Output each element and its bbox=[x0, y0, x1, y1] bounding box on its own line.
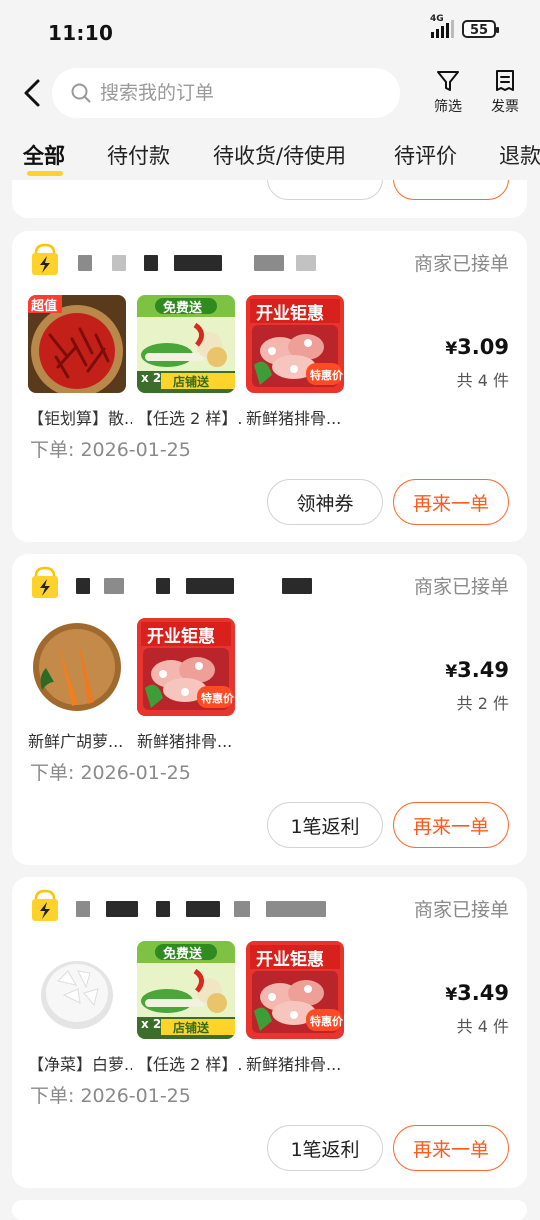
flash-bag-icon bbox=[32, 566, 58, 598]
product-image[interactable]: 开业钜惠 特惠价 bbox=[137, 618, 235, 716]
product-image[interactable]: 开业钜惠 特惠价 bbox=[246, 941, 344, 1039]
tab-active-indicator bbox=[27, 171, 63, 176]
tab-pending-payment[interactable]: 待付款 bbox=[107, 140, 170, 170]
battery-icon: 55 bbox=[462, 20, 499, 38]
filter-icon bbox=[437, 71, 459, 91]
order-price: ¥3.49 bbox=[445, 658, 509, 682]
promo-special-price: 特惠价 bbox=[310, 369, 343, 382]
invoice-label: 发票 bbox=[491, 99, 519, 115]
status-time: 11:10 bbox=[48, 21, 114, 45]
shop-name-redacted[interactable] bbox=[64, 249, 334, 271]
filter-label: 筛选 bbox=[434, 99, 462, 115]
product-image[interactable]: 超值 bbox=[28, 295, 126, 393]
invoice-button[interactable]: 发票 bbox=[480, 68, 530, 116]
promo-special-price: 特惠价 bbox=[201, 692, 234, 705]
chevron-left-icon bbox=[24, 79, 40, 107]
product-name: 【钜划算】散... bbox=[28, 409, 132, 428]
back-button[interactable] bbox=[18, 76, 48, 110]
partial-secondary-button[interactable] bbox=[267, 180, 383, 200]
order-date: 下单: 2026-01-25 bbox=[30, 1085, 191, 1107]
item-count: 共 2 件 bbox=[456, 694, 509, 713]
status-bar: 11:10 4G 55 bbox=[0, 0, 540, 62]
item-count: 共 4 件 bbox=[456, 1017, 509, 1036]
order-card-partial bbox=[12, 180, 527, 218]
order-card[interactable]: 商家已接单 开业钜惠 特惠价 ¥3.49 共 2 件 新鲜广胡萝... 新鲜猪排… bbox=[12, 554, 527, 865]
shop-name-redacted[interactable] bbox=[64, 895, 334, 917]
reorder-button[interactable]: 再来一单 bbox=[393, 1125, 509, 1171]
flash-bag-icon bbox=[32, 889, 58, 921]
reorder-button[interactable]: 再来一单 bbox=[393, 802, 509, 848]
product-name: 新鲜广胡萝... bbox=[28, 732, 124, 751]
order-tabs: 全部 待付款 待收货/待使用 待评价 退款 bbox=[0, 128, 540, 184]
product-image[interactable] bbox=[28, 618, 126, 716]
rebate-button[interactable]: 1笔返利 bbox=[267, 802, 383, 848]
promo-store-delivery: 店铺送 bbox=[173, 1021, 210, 1035]
product-image[interactable] bbox=[28, 941, 126, 1039]
product-name: 【净菜】白萝... bbox=[28, 1055, 132, 1074]
tab-pending-receipt[interactable]: 待收货/待使用 bbox=[213, 140, 346, 170]
status-indicators: 4G 55 bbox=[430, 14, 499, 38]
search-input[interactable] bbox=[98, 81, 372, 105]
promo-free-delivery: 免费送 bbox=[163, 301, 203, 316]
promo-special-price: 特惠价 bbox=[310, 1015, 343, 1028]
product-image[interactable]: 免费送 x 2 店铺送 bbox=[137, 295, 235, 393]
promo-opening-deal: 开业钜惠 bbox=[256, 304, 324, 324]
rebate-button[interactable]: 1笔返利 bbox=[267, 1125, 383, 1171]
reorder-button[interactable]: 再来一单 bbox=[393, 479, 509, 525]
promo-super-value: 超值 bbox=[31, 299, 58, 314]
invoice-icon bbox=[496, 70, 514, 91]
partial-primary-button[interactable] bbox=[393, 180, 509, 200]
filter-button[interactable]: 筛选 bbox=[423, 68, 473, 116]
product-image[interactable]: 开业钜惠 特惠价 bbox=[246, 295, 344, 393]
network-type: 4G bbox=[430, 14, 444, 24]
promo-opening-deal: 开业钜惠 bbox=[256, 950, 324, 970]
product-image[interactable]: 免费送 x 2 店铺送 bbox=[137, 941, 235, 1039]
promo-opening-deal: 开业钜惠 bbox=[147, 627, 215, 647]
search-box[interactable] bbox=[52, 68, 400, 118]
order-card[interactable]: 商家已接单 免费送 x 2 店铺送 开业钜惠 特惠价 ¥3.49 共 4 件 【… bbox=[12, 877, 527, 1188]
promo-x2: x 2 bbox=[141, 371, 162, 385]
tab-pending-review[interactable]: 待评价 bbox=[394, 140, 457, 170]
order-date: 下单: 2026-01-25 bbox=[30, 439, 191, 461]
promo-x2: x 2 bbox=[141, 1017, 162, 1031]
claim-coupon-button[interactable]: 领神券 bbox=[267, 479, 383, 525]
order-status: 商家已接单 bbox=[413, 253, 509, 275]
order-card[interactable]: 商家已接单 超值 免费送 x 2 店铺送 开业钜惠 特惠价 ¥3.09 共 4 … bbox=[12, 231, 527, 542]
signal-icon: 4G bbox=[430, 14, 454, 38]
product-name: 新鲜猪排骨... bbox=[137, 732, 233, 751]
order-price: ¥3.09 bbox=[445, 335, 509, 359]
search-icon bbox=[71, 83, 91, 103]
product-name: 【任选 2 样】... bbox=[137, 409, 241, 428]
product-name: 【任选 2 样】... bbox=[137, 1055, 241, 1074]
promo-free-delivery: 免费送 bbox=[163, 947, 203, 962]
order-card-partial-bottom bbox=[12, 1200, 527, 1220]
order-status: 商家已接单 bbox=[413, 899, 509, 921]
tab-all[interactable]: 全部 bbox=[23, 140, 65, 170]
product-name: 新鲜猪排骨... bbox=[246, 1055, 342, 1074]
order-price: ¥3.49 bbox=[445, 981, 509, 1005]
shop-name-redacted[interactable] bbox=[64, 572, 334, 594]
order-status: 商家已接单 bbox=[413, 576, 509, 598]
tab-refund[interactable]: 退款 bbox=[499, 140, 540, 170]
promo-store-delivery: 店铺送 bbox=[173, 375, 210, 389]
product-name: 新鲜猪排骨... bbox=[246, 409, 342, 428]
flash-bag-icon bbox=[32, 243, 58, 275]
header: 筛选 发票 bbox=[0, 62, 540, 128]
order-date: 下单: 2026-01-25 bbox=[30, 762, 191, 784]
item-count: 共 4 件 bbox=[456, 371, 509, 390]
